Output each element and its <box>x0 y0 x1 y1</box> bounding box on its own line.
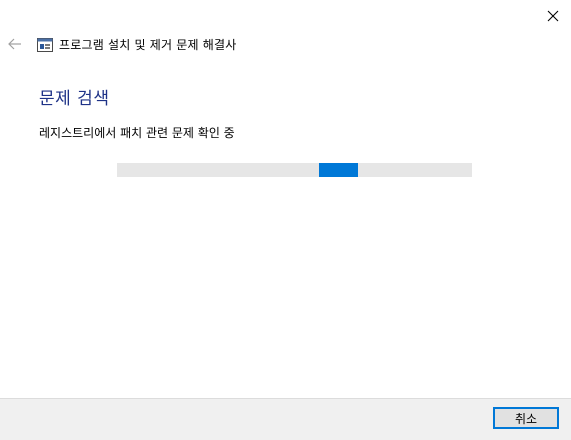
progress-bar <box>117 163 472 177</box>
cancel-button[interactable]: 취소 <box>493 407 559 429</box>
window-title: 프로그램 설치 및 제거 문제 해결사 <box>59 38 237 52</box>
footer-bar: 취소 <box>0 398 571 440</box>
status-text: 레지스트리에서 패치 관련 문제 확인 중 <box>39 126 235 140</box>
page-heading: 문제 검색 <box>39 89 110 109</box>
progress-indicator <box>318 163 359 177</box>
troubleshooter-window-icon <box>37 37 53 52</box>
troubleshooter-window: 프로그램 설치 및 제거 문제 해결사 문제 검색 레지스트리에서 패치 관련 … <box>0 0 571 440</box>
window-title-bar: 프로그램 설치 및 제거 문제 해결사 <box>37 36 236 53</box>
close-icon <box>547 10 559 22</box>
back-arrow-icon <box>8 38 21 50</box>
close-button[interactable] <box>539 4 567 28</box>
back-button[interactable] <box>6 35 24 53</box>
